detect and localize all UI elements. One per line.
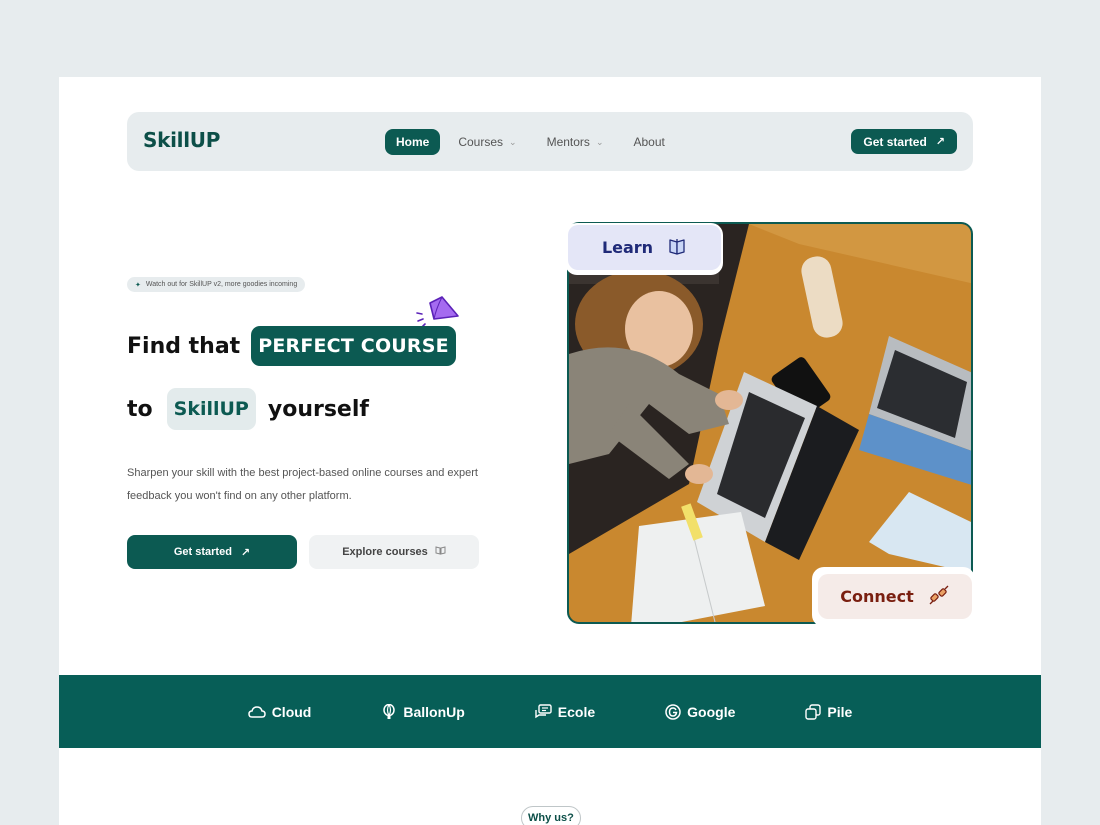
nav-cta-label: Get started (863, 134, 927, 149)
chat-icon (535, 704, 552, 719)
nav-about[interactable]: About (633, 135, 664, 149)
nav-get-started-button[interactable]: Get started ↗ (851, 129, 957, 154)
partner-name: Google (687, 703, 736, 720)
hero-text-to: to (127, 396, 153, 422)
hero-text-yourself: yourself (267, 396, 369, 422)
top-navbar: SkillUP Home Courses ⌄ Mentors ⌄ About G… (127, 112, 973, 171)
hero-headline-line2: to SkillUP yourself (127, 388, 369, 430)
partner-logos-band: Cloud BallonUp Ecole Google Pile (59, 675, 1041, 748)
nav-home[interactable]: Home (385, 129, 441, 155)
chevron-down-icon: ⌄ (595, 136, 604, 147)
explore-courses-label: Explore courses (342, 546, 428, 558)
sparkle-icon: ✦ (135, 281, 141, 289)
badge-text: Watch out for SkillUP v2, more goodies i… (145, 281, 298, 288)
hero-illustration (569, 224, 971, 622)
learn-chip[interactable]: Learn (568, 225, 721, 270)
partner-ballonup: BallonUp (381, 703, 465, 720)
nav-mentors[interactable]: Mentors ⌄ (547, 135, 604, 149)
arrow-up-right-icon: ↗ (935, 136, 945, 148)
landing-page: SkillUP Home Courses ⌄ Mentors ⌄ About G… (59, 77, 1041, 825)
hero-highlight-skillup: SkillUP (166, 388, 256, 430)
partner-name: Cloud (271, 703, 312, 720)
nav-home-label: Home (396, 135, 430, 149)
partner-name: BallonUp (403, 703, 465, 720)
chevron-down-icon: ⌄ (509, 136, 517, 147)
plug-icon (928, 584, 950, 610)
book-icon (435, 546, 446, 558)
partner-google: Google (665, 704, 735, 720)
get-started-label: Get started (173, 546, 232, 558)
balloon-icon (383, 703, 396, 719)
logo[interactable]: SkillUP (143, 128, 220, 152)
get-started-button[interactable]: Get started ↗ (127, 535, 297, 569)
hero-photo-student-laptop (567, 222, 973, 624)
connect-chip[interactable]: Connect (818, 574, 972, 619)
partner-pile: Pile (805, 704, 852, 720)
nav-courses[interactable]: Courses ⌄ (458, 135, 516, 149)
arrow-up-right-icon: ↗ (240, 546, 251, 559)
google-icon (665, 703, 681, 720)
nav-courses-label: Courses (458, 135, 504, 149)
nav-about-label: About (633, 135, 665, 149)
nav-mentors-label: Mentors (546, 135, 590, 149)
hero-headline-line1: Find that PERFECT COURSE (127, 326, 456, 366)
why-us-badge: Why us? (521, 806, 581, 825)
partner-name: Ecole (557, 703, 596, 720)
nav-links: Home Courses ⌄ Mentors ⌄ About (385, 129, 695, 155)
announcement-badge[interactable]: ✦ Watch out for SkillUP v2, more goodies… (127, 277, 306, 292)
cloud-icon (247, 705, 266, 718)
partner-name: Pile (827, 703, 853, 720)
hero-highlight-perfect-course: PERFECT COURSE (251, 326, 456, 366)
book-icon (667, 236, 687, 260)
explore-courses-button[interactable]: Explore courses (309, 535, 479, 569)
partner-cloud: Cloud (247, 703, 312, 720)
hero-description: Sharpen your skill with the best project… (127, 467, 478, 502)
connect-label: Connect (840, 587, 914, 606)
learn-label: Learn (601, 238, 654, 257)
copy-icon (805, 703, 822, 720)
partner-ecole: Ecole (535, 704, 595, 720)
hero-text-find-that: Find that (127, 333, 241, 359)
